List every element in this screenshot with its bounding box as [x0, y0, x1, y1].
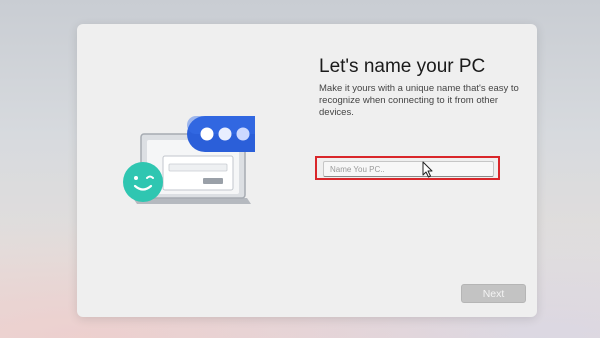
- typing-dot: [200, 127, 214, 141]
- page-title: Let's name your PC: [319, 56, 486, 77]
- page-description: Make it yours with a unique name that's …: [319, 83, 519, 118]
- laptop-chat-illustration: [123, 116, 255, 204]
- dialog-window: [162, 155, 234, 191]
- next-button[interactable]: Next: [461, 284, 526, 303]
- typing-dot: [218, 127, 232, 141]
- pc-name-input[interactable]: [323, 161, 494, 177]
- name-field-highlight: [315, 156, 500, 180]
- window-button: [203, 178, 223, 184]
- mouse-pointer-icon: [422, 161, 433, 178]
- window-field: [168, 163, 228, 172]
- smiley-avatar: [123, 162, 163, 202]
- typing-dot: [236, 127, 250, 141]
